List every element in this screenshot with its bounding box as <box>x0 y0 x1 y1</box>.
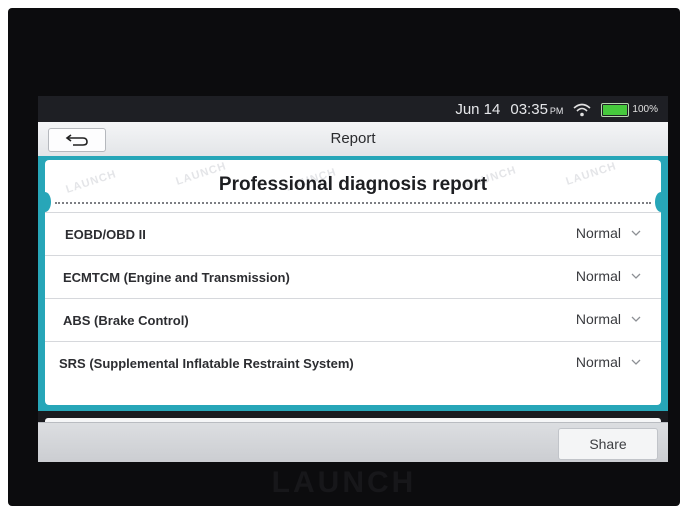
status-label: Normal <box>575 311 621 327</box>
status-date: Jun 14 <box>455 101 501 118</box>
system-row[interactable]: EOBD/OBD II Normal <box>45 212 661 255</box>
system-status: Normal <box>576 311 641 327</box>
system-name: ECMTCM (Engine and Transmission) <box>63 270 290 285</box>
wifi-icon <box>573 103 591 116</box>
title-bar: Report <box>38 122 668 157</box>
system-name: EOBD/OBD II <box>65 227 146 242</box>
system-status: Normal <box>576 354 641 370</box>
device-frame: Jun 14 03:35 PM 100% Report LAUNCH LAUNC… <box>8 8 680 506</box>
system-status: Normal <box>576 225 641 241</box>
page-title: Report <box>330 130 376 147</box>
report-card: LAUNCH LAUNCH LAUNCH LAUNCH LAUNCH Profe… <box>45 160 661 405</box>
system-row[interactable]: ABS (Brake Control) Normal <box>45 298 661 341</box>
status-ampm: PM <box>549 106 564 116</box>
status-time: 03:35 PM <box>510 101 563 118</box>
chevron-down-icon[interactable] <box>631 273 641 279</box>
status-time-value: 03:35 <box>510 101 548 118</box>
battery-fill <box>603 104 628 115</box>
system-name: SRS (Supplemental Inflatable Restraint S… <box>59 356 354 371</box>
share-button[interactable]: Share <box>558 428 658 460</box>
system-status: Normal <box>576 268 641 284</box>
status-label: Normal <box>575 354 621 370</box>
bottom-bar: Share <box>38 422 668 462</box>
battery-indicator: 100% <box>601 102 658 117</box>
system-list: EOBD/OBD II Normal ECMTCM (Engine and Tr… <box>45 212 661 384</box>
device-brand-logo: LAUNCH <box>271 466 417 499</box>
status-label: Normal <box>575 225 621 241</box>
system-row[interactable]: ECMTCM (Engine and Transmission) Normal <box>45 255 661 298</box>
chevron-down-icon[interactable] <box>631 359 641 365</box>
system-name: ABS (Brake Control) <box>63 313 189 328</box>
screen: Jun 14 03:35 PM 100% Report LAUNCH LAUNC… <box>38 96 668 462</box>
chevron-down-icon[interactable] <box>631 230 641 236</box>
battery-percent: 100% <box>632 104 658 115</box>
status-bar: Jun 14 03:35 PM 100% <box>38 96 668 122</box>
card-notch-right <box>655 192 661 212</box>
status-label: Normal <box>575 268 621 284</box>
dotted-divider <box>55 202 651 204</box>
report-heading: Professional diagnosis report <box>218 174 488 195</box>
battery-icon <box>601 102 630 117</box>
chevron-down-icon[interactable] <box>631 316 641 322</box>
report-area: LAUNCH LAUNCH LAUNCH LAUNCH LAUNCH Profe… <box>38 156 668 411</box>
system-row[interactable]: SRS (Supplemental Inflatable Restraint S… <box>45 341 661 384</box>
